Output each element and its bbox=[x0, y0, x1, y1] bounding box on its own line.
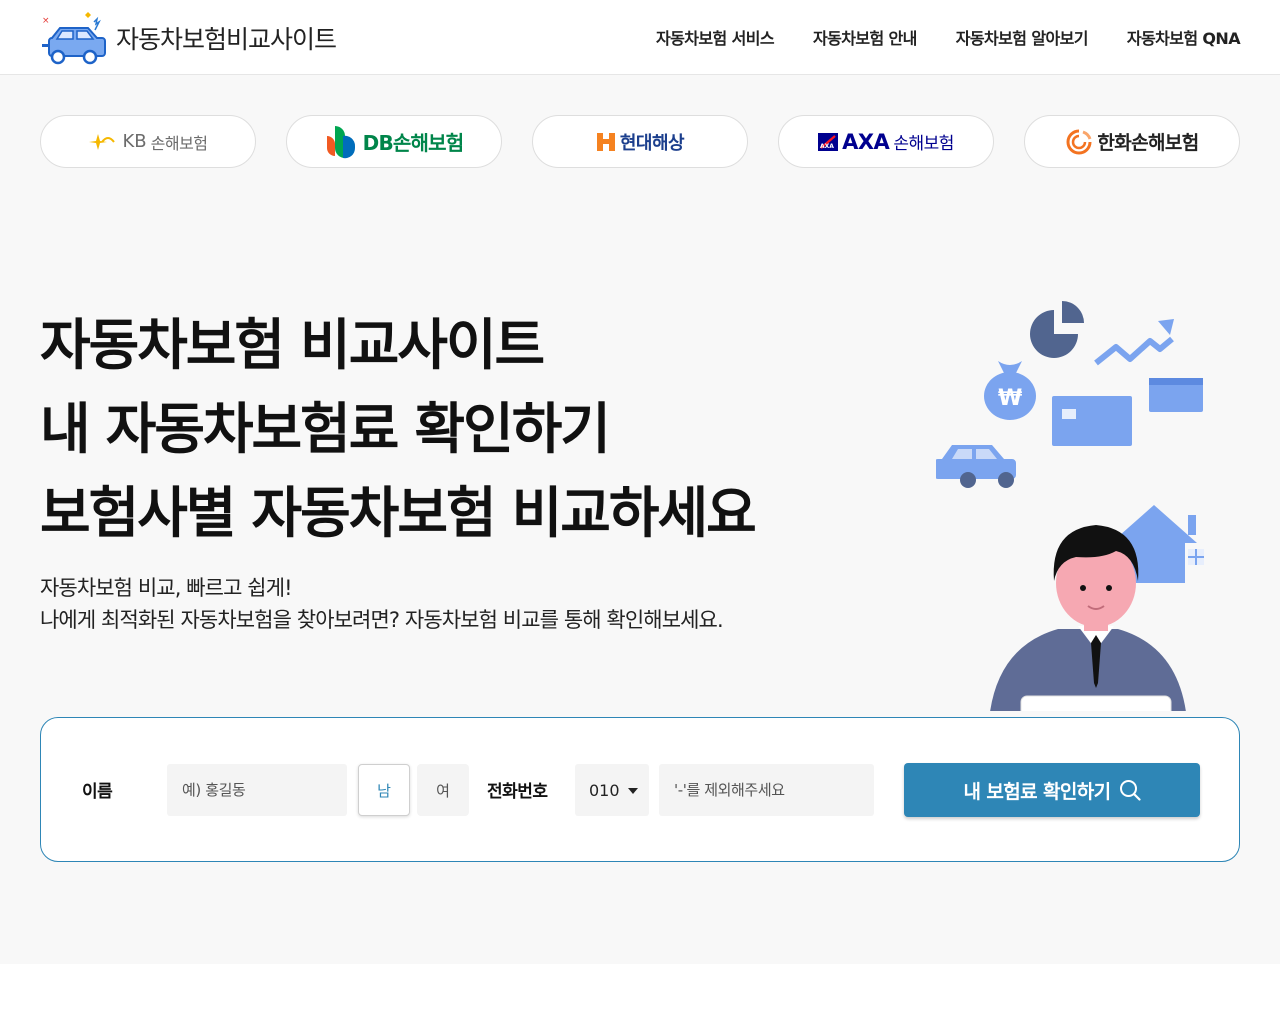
insurance-illustration: ₩ bbox=[936, 301, 1204, 711]
phone-prefix-select[interactable]: 010 bbox=[575, 764, 649, 816]
partner-axa[interactable]: AXA AXA 손해보험 bbox=[778, 115, 994, 168]
axa-logo-icon: AXA bbox=[818, 132, 839, 151]
hero-headline: 자동차보험 비교사이트 내 자동차보험료 확인하기 보험사별 자동차보험 비교하… bbox=[40, 303, 757, 555]
nav-item-learn[interactable]: 자동차보험 알아보기 bbox=[956, 25, 1089, 49]
nav-item-service[interactable]: 자동차보험 서비스 bbox=[656, 25, 775, 49]
nav-item-qna[interactable]: 자동차보험 QNA bbox=[1127, 25, 1241, 49]
main-nav: 자동차보험 서비스 자동차보험 안내 자동차보험 알아보기 자동차보험 QNA bbox=[656, 0, 1241, 74]
hero-subtext: 자동차보험 비교, 빠르고 쉽게! 나에게 최적화된 자동차보험을 찾아보려면?… bbox=[40, 572, 724, 636]
partner-list: KB 손해보험 DB손해보험 현대해상 AXA AXA 손해보험 한화손해보험 bbox=[40, 115, 1240, 168]
trend-arrow-icon bbox=[1094, 319, 1174, 366]
hero-section: KB 손해보험 DB손해보험 현대해상 AXA AXA 손해보험 한화손해보험 … bbox=[0, 75, 1280, 964]
gender-male-button[interactable]: 남 bbox=[358, 764, 410, 816]
subtext-line-2: 나에게 최적화된 자동차보험을 찾아보려면? 자동차보험 비교를 통해 확인해보… bbox=[40, 608, 724, 632]
search-icon bbox=[1119, 780, 1141, 801]
phone-label: 전화번호 bbox=[487, 782, 548, 802]
phone-input[interactable] bbox=[659, 764, 874, 816]
gender-female-button[interactable]: 여 bbox=[417, 764, 469, 816]
hyundai-h-icon bbox=[596, 132, 615, 151]
car-icon bbox=[936, 445, 1016, 488]
svg-text:×: × bbox=[42, 16, 50, 26]
partner-hyundai[interactable]: 현대해상 bbox=[532, 115, 748, 168]
quote-form: 이름 남 여 전화번호 010 내 보험료 확인하기 bbox=[40, 717, 1240, 862]
car-logo-icon: × bbox=[42, 12, 106, 65]
money-bag-icon: ₩ bbox=[984, 361, 1036, 420]
site-logo[interactable]: × 자동차보험비교사이트 bbox=[38, 8, 337, 68]
logo-text: 자동차보험비교사이트 bbox=[116, 25, 337, 54]
partner-kb-name: 손해보험 bbox=[150, 133, 208, 153]
check-premium-button[interactable]: 내 보험료 확인하기 bbox=[904, 763, 1200, 817]
caret-down-icon bbox=[628, 788, 638, 794]
credit-card-icon bbox=[1052, 396, 1132, 446]
svg-text:AXA: AXA bbox=[820, 143, 834, 150]
pie-chart-icon bbox=[1030, 301, 1084, 358]
partner-hanwha-name: 한화손해보험 bbox=[1097, 132, 1199, 154]
phone-prefix-value: 010 bbox=[589, 780, 620, 800]
wallet-icon bbox=[1149, 378, 1203, 412]
partner-axa-name: 손해보험 bbox=[893, 134, 954, 154]
partner-kb-brand: KB bbox=[122, 131, 147, 152]
partner-hanwha[interactable]: 한화손해보험 bbox=[1024, 115, 1240, 168]
subtext-line-1: 자동차보험 비교, 빠르고 쉽게! bbox=[40, 576, 293, 600]
partner-axa-brand: AXA bbox=[842, 129, 890, 154]
svg-text:₩: ₩ bbox=[998, 386, 1022, 411]
partner-db[interactable]: DB손해보험 bbox=[286, 115, 502, 168]
check-premium-label: 내 보험료 확인하기 bbox=[963, 780, 1111, 803]
db-logo-icon bbox=[326, 125, 355, 158]
headline-line-2: 내 자동차보험료 확인하기 bbox=[40, 397, 611, 461]
kb-star-icon bbox=[89, 133, 116, 150]
partner-hyundai-name: 현대해상 bbox=[619, 132, 685, 154]
partner-db-name: DB손해보험 bbox=[362, 131, 464, 155]
headline-line-1: 자동차보험 비교사이트 bbox=[40, 313, 545, 377]
hanwha-logo-icon bbox=[1066, 129, 1092, 154]
site-header: × 자동차보험비교사이트 자동차보험 서비스 자동차보험 안내 자동차보험 알아… bbox=[0, 0, 1280, 75]
partner-kb[interactable]: KB 손해보험 bbox=[40, 115, 256, 168]
name-label: 이름 bbox=[82, 782, 113, 802]
nav-item-guide[interactable]: 자동차보험 안내 bbox=[813, 25, 917, 49]
headline-line-3: 보험사별 자동차보험 비교하세요 bbox=[40, 481, 757, 545]
name-input[interactable] bbox=[167, 764, 347, 816]
